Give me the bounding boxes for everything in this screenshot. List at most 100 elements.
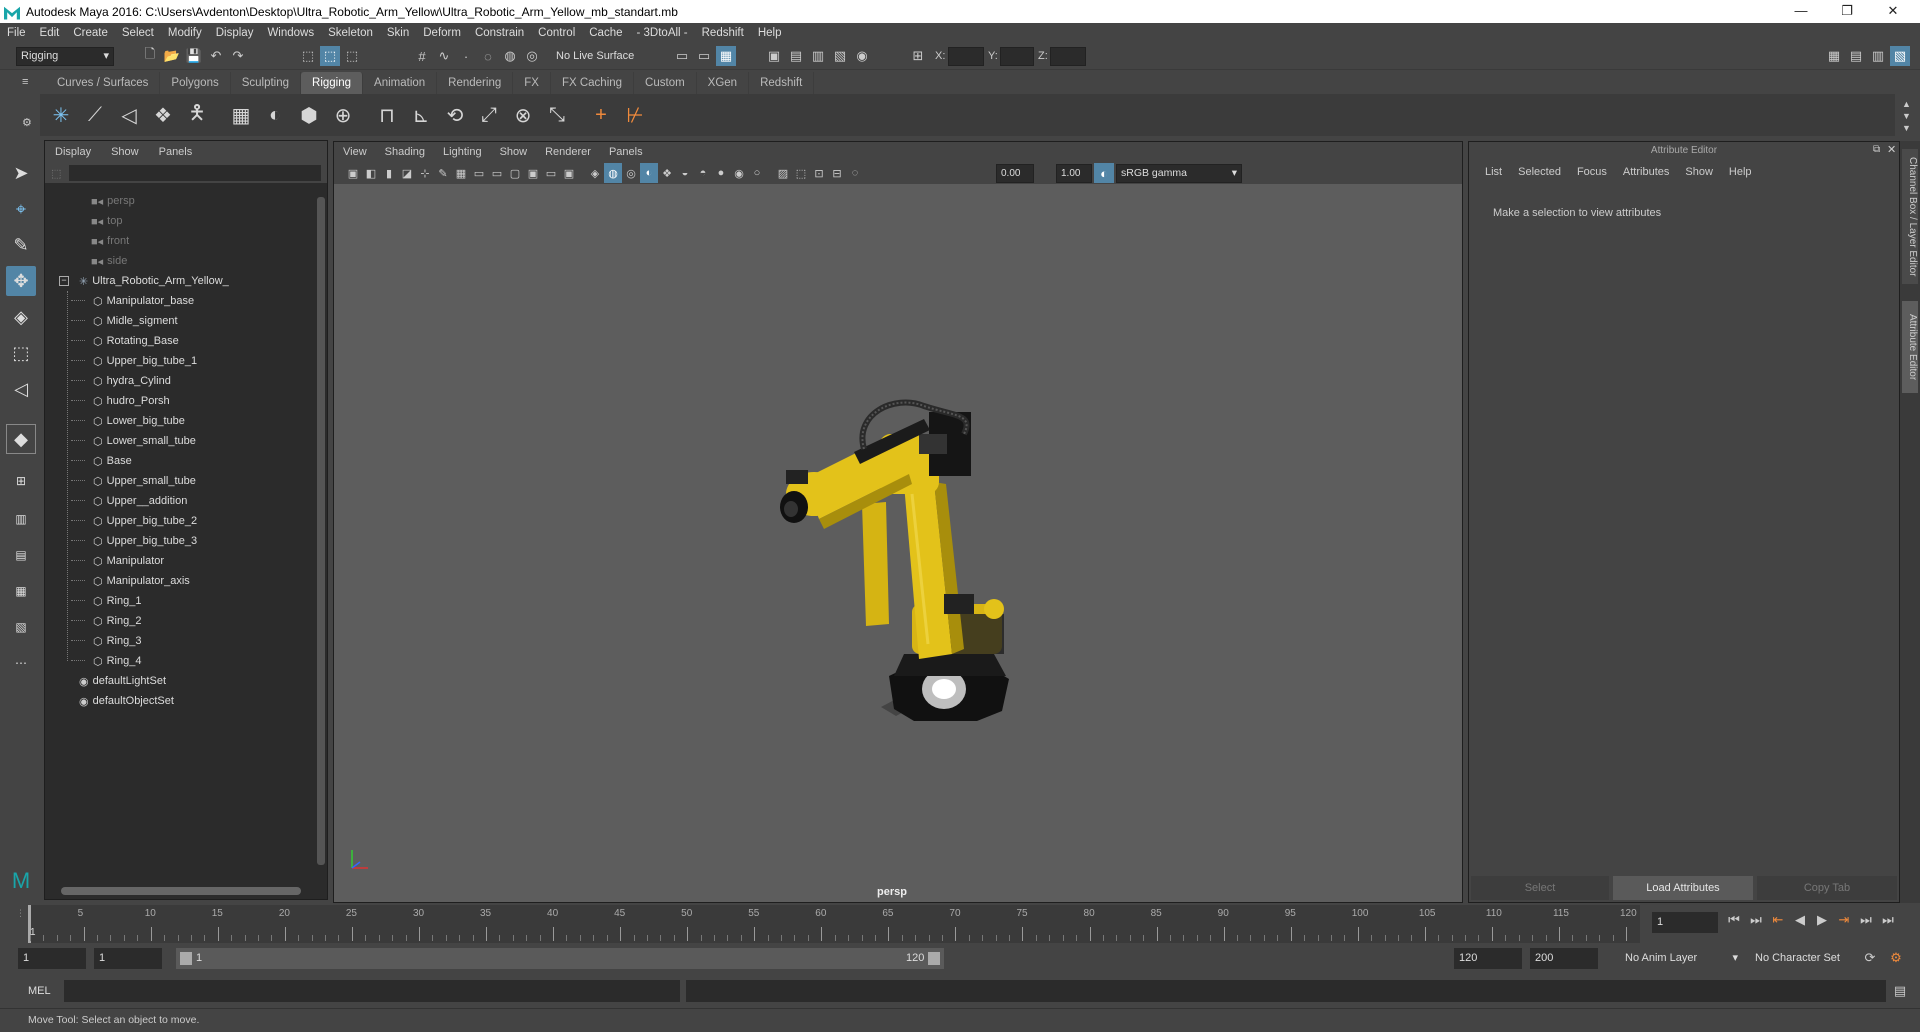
select-component-icon[interactable]: ⬚ <box>342 46 362 66</box>
image-plane-icon[interactable]: ◪ <box>398 163 416 183</box>
vp-menu-lighting[interactable]: Lighting <box>434 146 491 158</box>
menu-select[interactable]: Select <box>115 23 161 43</box>
shadows-icon[interactable]: ◒ <box>676 163 694 183</box>
live-surface-label[interactable]: No Live Surface <box>556 50 634 62</box>
depth-of-field-icon[interactable]: ○ <box>748 163 766 183</box>
camera-attr-icon[interactable]: ◧ <box>362 163 380 183</box>
hypershade-icon[interactable]: ◉ <box>852 46 872 66</box>
bind-skin-icon[interactable]: ⊓ <box>372 100 402 130</box>
menu-deform[interactable]: Deform <box>416 23 468 43</box>
tab-xgen[interactable]: XGen <box>697 72 750 94</box>
playback-start-field[interactable]: 1 <box>94 948 162 969</box>
render-frame-icon[interactable]: ▤ <box>786 46 806 66</box>
color-management-icon[interactable]: ◐ <box>1094 163 1114 183</box>
redo-icon[interactable]: ↷ <box>228 46 248 66</box>
preferences-icon[interactable]: ⚙ <box>1886 948 1906 968</box>
smooth-skin-icon[interactable]: ⊾ <box>406 100 436 130</box>
channel-box-toggle-icon[interactable]: ▧ <box>1890 46 1910 66</box>
outliner-item-mesh[interactable]: ⬡ Upper_big_tube_1 <box>93 351 197 371</box>
save-scene-icon[interactable]: 💾 <box>184 46 204 66</box>
float-panel-icon[interactable]: ⧉ <box>1873 144 1880 155</box>
tab-curves-surfaces[interactable]: Curves / Surfaces <box>46 72 161 94</box>
menu-constrain[interactable]: Constrain <box>468 23 531 43</box>
exposure-field[interactable]: 0.00 <box>996 164 1034 183</box>
ae-copy-tab-button[interactable]: Copy Tab <box>1757 876 1897 900</box>
script-editor-icon[interactable]: ▤ <box>1890 981 1910 1001</box>
ae-menu-show[interactable]: Show <box>1677 166 1721 178</box>
undo-icon[interactable]: ↶ <box>206 46 226 66</box>
menu-lines-icon[interactable]: ≡ <box>22 76 28 88</box>
menu-3dtoall[interactable]: - 3DtoAll - <box>630 23 695 43</box>
bookmark-icon[interactable]: ▮ <box>380 163 398 183</box>
menu-file[interactable]: File <box>0 23 33 43</box>
grease-pencil-icon[interactable]: ✎ <box>434 163 452 183</box>
smooth-shade-icon[interactable]: ◍ <box>604 163 622 183</box>
gear-icon[interactable]: ⚙ <box>22 116 32 129</box>
grid-icon[interactable]: ▦ <box>452 163 470 183</box>
lasso-tool-icon[interactable]: ⌖ <box>6 194 36 224</box>
mel-label[interactable]: MEL <box>28 985 51 997</box>
outliner-item-mesh[interactable]: ⬡ Rotating_Base <box>93 331 179 351</box>
vp-menu-shading[interactable]: Shading <box>376 146 434 158</box>
xray-components-icon[interactable]: ⊟ <box>828 163 846 183</box>
menu-display[interactable]: Display <box>209 23 261 43</box>
gamma-field[interactable]: 1.00 <box>1056 164 1092 183</box>
select-hierarchy-icon[interactable]: ⬚ <box>298 46 318 66</box>
camera-icon[interactable]: ▣ <box>344 163 362 183</box>
menu-help[interactable]: Help <box>751 23 789 43</box>
output-ops-icon[interactable]: ▭ <box>694 46 714 66</box>
menu-create[interactable]: Create <box>66 23 115 43</box>
outliner-item-mesh[interactable]: ⬡ Ring_1 <box>93 591 141 611</box>
collapse-toggle-icon[interactable]: − <box>59 276 69 286</box>
snap-curve-icon[interactable]: ∿ <box>434 46 454 66</box>
3d-viewport[interactable]: persp <box>334 184 1462 902</box>
outliner-item-mesh[interactable]: ⬡ hydra_Cylind <box>93 371 171 391</box>
open-scene-icon[interactable]: 📂 <box>162 46 182 66</box>
outliner-menu-display[interactable]: Display <box>45 146 101 158</box>
construction-history-icon[interactable]: ▦ <box>716 46 736 66</box>
tool-settings-icon[interactable]: ▥ <box>1868 46 1888 66</box>
exposure-icon[interactable]: ◌ <box>846 163 864 183</box>
isolate-select-icon[interactable]: ▨ <box>774 163 792 183</box>
close-window-button[interactable]: ✕ <box>1870 0 1916 23</box>
lattice-icon[interactable]: ▦ <box>226 100 256 130</box>
paint-select-icon[interactable]: ✎ <box>6 230 36 260</box>
time-slider[interactable]: 1 5 10 15 20 25 30 35 40 45 50 55 60 65 70 75 80 85 90 95 1… <box>28 905 1640 943</box>
outliner-item-set[interactable]: ◉ defaultObjectSet <box>79 691 174 711</box>
humanik-icon[interactable]: 🯅 <box>182 100 212 130</box>
resolution-gate-icon[interactable]: ▭ <box>488 163 506 183</box>
play-forward-icon[interactable]: ▶ <box>1812 910 1832 930</box>
range-start-handle[interactable] <box>180 952 192 965</box>
vp-menu-renderer[interactable]: Renderer <box>536 146 600 158</box>
xray-joints-icon[interactable]: ⊡ <box>810 163 828 183</box>
vp-menu-view[interactable]: View <box>334 146 376 158</box>
paint-weights-icon[interactable]: ⟲ <box>440 100 470 130</box>
snap-surface-icon[interactable]: ◍ <box>500 46 520 66</box>
ik-handle-icon[interactable]: ⟋ <box>80 100 110 130</box>
outliner-item-mesh[interactable]: ⬡ Lower_big_tube <box>93 411 185 431</box>
ae-menu-list[interactable]: List <box>1477 166 1510 178</box>
select-tool-icon[interactable]: ➤ <box>6 158 36 188</box>
outliner-item-mesh[interactable]: ⬡ Upper_big_tube_2 <box>93 511 197 531</box>
select-object-icon[interactable]: ⬚ <box>320 46 340 66</box>
new-scene-icon[interactable]: 🗋 <box>140 46 160 66</box>
tab-rigging[interactable]: Rigging <box>301 72 364 94</box>
step-forward-key-icon[interactable]: ⏭ <box>1856 910 1876 930</box>
outliner-item-mesh[interactable]: ⬡ Ring_2 <box>93 611 141 631</box>
parent-constraint-icon[interactable]: + <box>586 100 616 130</box>
anim-layer-dropdown[interactable]: No Anim Layer ▾ <box>1620 948 1742 969</box>
wireframe-icon[interactable]: ◈ <box>586 163 604 183</box>
xray-icon[interactable]: ⬚ <box>792 163 810 183</box>
snap-view-icon[interactable]: ◌ <box>478 46 498 66</box>
go-to-end-icon[interactable]: ⏭ <box>1878 910 1898 930</box>
auto-key-icon[interactable]: ⟳ <box>1860 948 1880 968</box>
anti-alias-icon[interactable]: ◉ <box>730 163 748 183</box>
aim-constraint-icon[interactable]: ⊗ <box>508 100 538 130</box>
outliner-item-mesh[interactable]: ⬡ Upper__addition <box>93 491 187 511</box>
color-space-dropdown[interactable]: sRGB gamma ▾ <box>1116 164 1242 183</box>
step-back-frame-icon[interactable]: ⇤ <box>1768 910 1788 930</box>
ipr-render-icon[interactable]: ▥ <box>808 46 828 66</box>
scale-constraint-icon[interactable]: ⤢ <box>474 100 504 130</box>
outliner-item-camera[interactable]: ■◂ side <box>91 251 127 271</box>
transform-mode-icon[interactable]: ⊞ <box>908 46 928 66</box>
